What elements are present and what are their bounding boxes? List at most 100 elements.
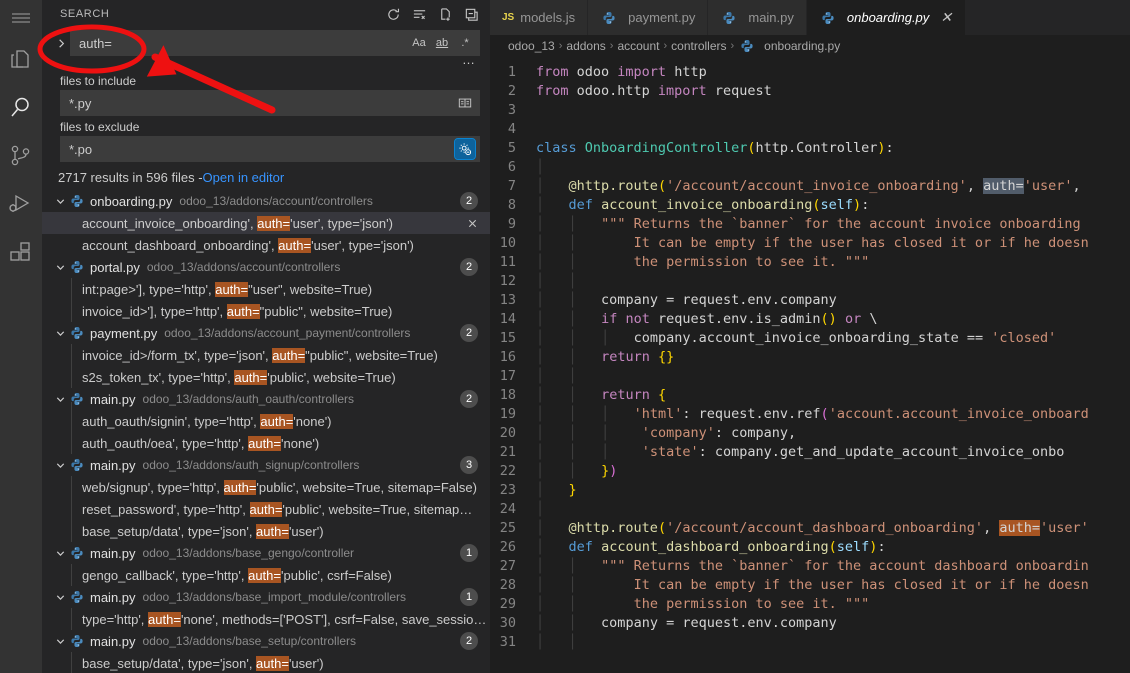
- chevron-down-icon[interactable]: [52, 586, 68, 608]
- files-to-include-input[interactable]: *.py: [60, 90, 480, 116]
- python-file-icon: [68, 458, 86, 472]
- chevron-down-icon[interactable]: [52, 388, 68, 410]
- chevron-down-icon[interactable]: [52, 256, 68, 278]
- match-highlight: auth=: [260, 413, 294, 429]
- code-line: 24 │: [490, 500, 1130, 519]
- search-result-file-path: odoo_13/addons/auth_oauth/controllers: [142, 392, 355, 406]
- chevron-down-icon[interactable]: [52, 542, 68, 564]
- search-input[interactable]: auth= Aa ab .*: [70, 30, 480, 56]
- chevron-down-icon[interactable]: [52, 190, 68, 212]
- search-result-match-row[interactable]: type='http', auth='none', methods=['POST…: [42, 608, 490, 630]
- files-to-exclude-input[interactable]: *.po: [60, 136, 480, 162]
- search-result-file-row[interactable]: main.py odoo_13/addons/base_import_module…: [42, 586, 490, 608]
- search-result-file-path: odoo_13/addons/base_import_module/contro…: [142, 590, 407, 604]
- line-number: 31: [499, 634, 516, 650]
- use-regex-icon[interactable]: .*: [455, 33, 475, 53]
- code-line: 13 │ │ company = request.env.company: [490, 291, 1130, 310]
- code-line-text: │ │ return {: [536, 387, 667, 403]
- refresh-icon[interactable]: [382, 3, 404, 25]
- search-result-match-row[interactable]: s2s_token_tx', type='http', auth='public…: [42, 366, 490, 388]
- code-line: 1 from odoo import http: [490, 63, 1130, 82]
- search-result-count-badge: 2: [460, 390, 478, 408]
- breadcrumb-separator: ›: [730, 40, 735, 52]
- search-result-match-row[interactable]: web/signup', type='http', auth='public',…: [42, 476, 490, 498]
- line-number: 8: [507, 197, 516, 213]
- search-result-match-row[interactable]: base_setup/data', type='json', auth='use…: [42, 520, 490, 542]
- code-editor[interactable]: 1 from odoo import http 2 from odoo.http im…: [490, 57, 1130, 673]
- close-icon[interactable]: ✕: [939, 9, 953, 26]
- files-to-include-value: *.py: [69, 95, 92, 111]
- chevron-down-icon[interactable]: [52, 322, 68, 344]
- code-line: 9 │ │ """ Returns the `banner` for the ac…: [490, 215, 1130, 234]
- new-search-editor-icon[interactable]: [434, 3, 456, 25]
- explorer-icon[interactable]: [0, 36, 42, 84]
- code-line-text: │ │: [536, 368, 577, 384]
- search-result-match-row[interactable]: int:page>'], type='http', auth="user", w…: [42, 278, 490, 300]
- use-exclude-settings-icon[interactable]: [454, 138, 476, 160]
- search-icon[interactable]: [0, 84, 42, 132]
- search-result-file-row[interactable]: main.py odoo_13/addons/base_setup/control…: [42, 630, 490, 652]
- search-result-match-row[interactable]: gengo_callback', type='http', auth='publ…: [42, 564, 490, 586]
- run-debug-icon[interactable]: [0, 180, 42, 228]
- match-case-icon[interactable]: Aa: [409, 33, 429, 53]
- more-actions-icon[interactable]: …: [462, 53, 476, 70]
- chevron-down-icon[interactable]: [52, 454, 68, 476]
- editor-tab[interactable]: payment.py: [588, 0, 709, 35]
- tree-indent-guide: [71, 652, 72, 673]
- match-whole-word-icon[interactable]: ab: [432, 33, 452, 53]
- js-file-icon: JS: [502, 12, 515, 23]
- open-in-editor-link[interactable]: Open in editor: [203, 170, 285, 185]
- search-result-match-row[interactable]: account_dashboard_onboarding', auth='use…: [42, 234, 490, 256]
- search-results-tree[interactable]: onboarding.py odoo_13/addons/account/cont…: [42, 190, 490, 673]
- code-line-text: │ │ │ 'state': company.get_and_update_ac…: [536, 444, 1065, 460]
- breadcrumb-item[interactable]: account: [617, 39, 659, 53]
- breadcrumb-item[interactable]: odoo_13: [508, 39, 555, 53]
- editor-tab[interactable]: onboarding.py ✕: [806, 0, 967, 35]
- search-result-file-row[interactable]: payment.py odoo_13/addons/account_payment…: [42, 322, 490, 344]
- code-line: 26 │ def account_dashboard_onboarding(sel…: [490, 538, 1130, 557]
- clear-results-icon[interactable]: [408, 3, 430, 25]
- chevron-right-icon[interactable]: [52, 30, 70, 56]
- code-line: 5 class OnboardingController(http.Control…: [490, 139, 1130, 158]
- search-result-file-row[interactable]: main.py odoo_13/addons/auth_signup/contro…: [42, 454, 490, 476]
- line-number: 22: [499, 463, 516, 479]
- code-line: 12 │ │: [490, 272, 1130, 291]
- editor-tab[interactable]: main.py: [708, 0, 807, 35]
- search-result-file-path: odoo_13/addons/account_payment/controlle…: [164, 326, 411, 340]
- code-line-text: │ │ if not request.env.is_admin() or \: [536, 311, 878, 327]
- editor-tab[interactable]: JS models.js: [490, 0, 589, 35]
- search-result-match-row[interactable]: invoice_id>'], type='http', auth="public…: [42, 300, 490, 322]
- menu-icon[interactable]: [0, 0, 42, 36]
- search-result-count-badge: 3: [460, 456, 478, 474]
- line-number: 16: [499, 349, 516, 365]
- breadcrumb-item[interactable]: addons: [566, 39, 605, 53]
- extensions-icon[interactable]: [0, 228, 42, 276]
- dismiss-match-icon[interactable]: [464, 212, 480, 234]
- search-result-match-row[interactable]: base_setup/data', type='json', auth='use…: [42, 652, 490, 673]
- search-result-match-row[interactable]: account_invoice_onboarding', auth='user'…: [42, 212, 490, 234]
- search-result-match-row[interactable]: invoice_id>/form_tx', type='json', auth=…: [42, 344, 490, 366]
- search-result-file-row[interactable]: main.py odoo_13/addons/auth_oauth/control…: [42, 388, 490, 410]
- search-result-match-row[interactable]: auth_oauth/signin', type='http', auth='n…: [42, 410, 490, 432]
- chevron-down-icon[interactable]: [52, 630, 68, 652]
- search-result-file-row[interactable]: portal.py odoo_13/addons/account/controll…: [42, 256, 490, 278]
- breadcrumb-item[interactable]: controllers: [671, 39, 726, 53]
- search-result-match-row[interactable]: auth_oauth/oea', type='http', auth='none…: [42, 432, 490, 454]
- code-line-text: │ @http.route('/account/account_invoice_…: [536, 178, 1081, 194]
- search-result-file-row[interactable]: main.py odoo_13/addons/base_gengo/control…: [42, 542, 490, 564]
- python-file-icon: [738, 39, 756, 53]
- search-only-open-editors-icon[interactable]: [455, 93, 475, 113]
- search-result-match-row[interactable]: reset_password', type='http', auth='publ…: [42, 498, 490, 520]
- code-line-text: │ @http.route('/account/account_dashboar…: [536, 520, 1089, 536]
- collapse-all-icon[interactable]: [460, 3, 482, 25]
- search-result-file-row[interactable]: onboarding.py odoo_13/addons/account/cont…: [42, 190, 490, 212]
- line-number: 1: [507, 64, 516, 80]
- breadcrumb-item[interactable]: onboarding.py: [738, 39, 840, 53]
- search-result-count-badge: 2: [460, 258, 478, 276]
- search-result-file-name: main.py: [90, 633, 136, 649]
- tree-indent-guide: [71, 344, 72, 388]
- breadcrumb-item-label: addons: [566, 39, 606, 53]
- code-line: 17 │ │: [490, 367, 1130, 386]
- search-result-file-name: main.py: [90, 391, 136, 407]
- source-control-icon[interactable]: [0, 132, 42, 180]
